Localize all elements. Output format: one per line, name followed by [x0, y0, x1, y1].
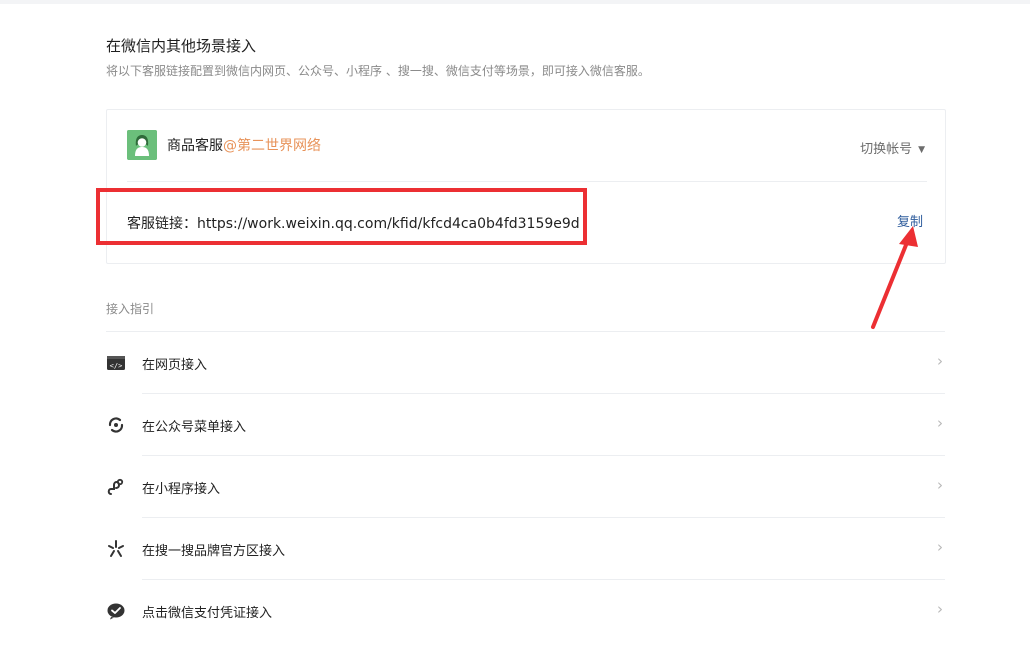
guide-item-label: 在搜一搜品牌官方区接入 [142, 544, 286, 559]
guide-item-label: 点击微信支付凭证接入 [142, 606, 273, 621]
search-sparkle-icon [108, 540, 124, 557]
top-border [0, 0, 1030, 4]
switch-account-label: 切换帐号 [860, 142, 913, 157]
caret-down-icon: ▼ [918, 145, 925, 155]
chevron-right-icon: › [937, 476, 943, 494]
chevron-right-icon: › [937, 414, 943, 432]
annotation-highlight-box [96, 188, 587, 245]
card-divider [127, 181, 927, 182]
switch-account-button[interactable]: 切换帐号 ▼ [860, 138, 925, 157]
guide-item-label: 在小程序接入 [142, 482, 221, 497]
guide-section-label: 接入指引 [106, 302, 155, 316]
mini-program-icon [107, 478, 124, 495]
wechat-pay-icon [107, 603, 125, 620]
chevron-right-icon: › [937, 352, 943, 370]
copy-link-button[interactable]: 复制 [897, 211, 923, 230]
guide-item-official-account[interactable]: 在公众号菜单接入 › [106, 394, 945, 456]
guide-item-web[interactable]: </> 在网页接入 › [106, 332, 945, 394]
chevron-right-icon: › [937, 538, 943, 556]
guide-item-label: 在公众号菜单接入 [142, 420, 247, 435]
avatar-person-icon [127, 130, 157, 160]
svg-text:</>: </> [110, 362, 123, 370]
account-avatar [127, 130, 157, 160]
guide-list: </> 在网页接入 › 在公众号菜单接入 › 在小程序接入 › 在搜一搜品牌官方… [106, 331, 945, 642]
account-corp: @第二世界网络 [223, 138, 321, 154]
chevron-right-icon: › [937, 600, 943, 618]
web-code-icon: </> [107, 356, 125, 370]
section-description: 将以下客服链接配置到微信内网页、公众号、小程序 、搜一搜、微信支付等场景，即可接… [106, 64, 650, 78]
guide-item-mini-program[interactable]: 在小程序接入 › [106, 456, 945, 518]
account-name-text: 商品客服 [167, 138, 223, 154]
guide-item-search[interactable]: 在搜一搜品牌官方区接入 › [106, 518, 945, 580]
section-title: 在微信内其他场景接入 [106, 37, 257, 55]
account-name: 商品客服@第二世界网络 [167, 135, 321, 155]
guide-item-label: 在网页接入 [142, 358, 208, 373]
official-account-icon [108, 417, 124, 433]
guide-item-wechat-pay[interactable]: 点击微信支付凭证接入 › [106, 580, 945, 642]
